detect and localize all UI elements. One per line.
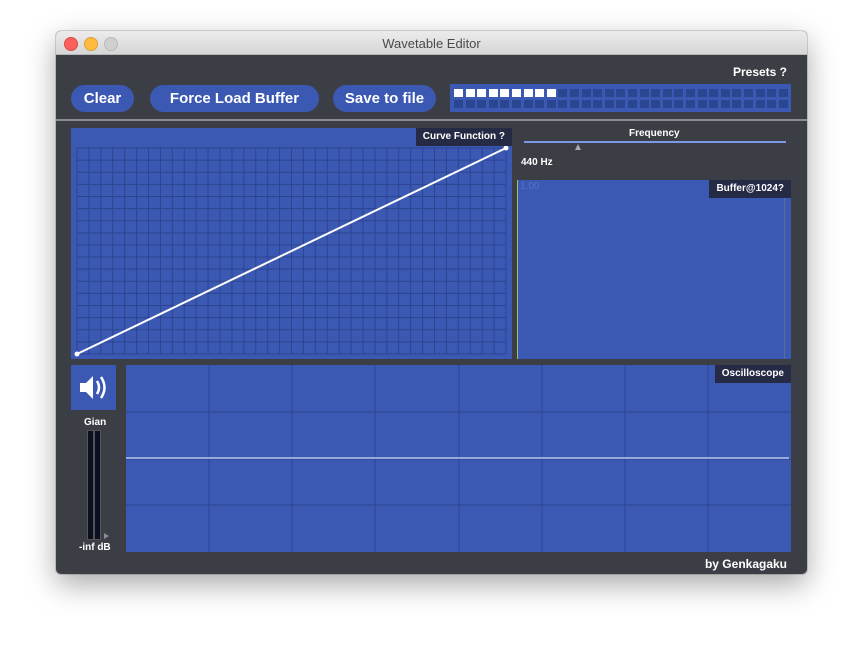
preset-slot[interactable]	[604, 89, 614, 97]
preset-slot[interactable]	[535, 100, 545, 108]
mute-toggle-button[interactable]	[71, 365, 116, 410]
preset-slot[interactable]	[558, 89, 568, 97]
preset-slot[interactable]	[523, 89, 533, 97]
preset-slot[interactable]	[697, 89, 707, 97]
title-bar: Wavetable Editor	[56, 31, 807, 55]
preset-slot[interactable]	[581, 89, 591, 97]
preset-slot[interactable]	[686, 89, 695, 97]
preset-slot[interactable]	[512, 100, 521, 108]
preset-slot[interactable]	[570, 100, 579, 108]
preset-slot[interactable]	[581, 100, 591, 108]
oscilloscope-tag[interactable]: Oscilloscope	[714, 365, 791, 383]
preset-slot[interactable]	[767, 100, 777, 108]
preset-slot[interactable]	[732, 89, 742, 97]
preset-slot[interactable]	[593, 89, 603, 97]
curve-function-panel[interactable]: Curve Function ?	[71, 128, 512, 359]
preset-slot[interactable]	[755, 100, 765, 108]
preset-slot[interactable]	[686, 100, 695, 108]
preset-slot[interactable]	[465, 89, 475, 97]
preset-slot-grid[interactable]	[450, 84, 791, 112]
preset-slot[interactable]	[674, 89, 684, 97]
preset-slot[interactable]	[616, 100, 626, 108]
frequency-slider-track[interactable]	[524, 141, 786, 143]
preset-slot[interactable]	[558, 100, 568, 108]
preset-slot[interactable]	[709, 100, 719, 108]
preset-slot[interactable]	[778, 89, 788, 97]
frequency-value: 440 Hz	[521, 157, 553, 168]
preset-slot[interactable]	[512, 89, 521, 97]
preset-slot[interactable]	[651, 100, 661, 108]
preset-slot[interactable]	[651, 89, 661, 97]
buffer-right-edge	[784, 180, 785, 359]
preset-slot[interactable]	[662, 89, 672, 97]
preset-slot[interactable]	[755, 89, 765, 97]
frequency-label: Frequency	[629, 128, 680, 139]
oscilloscope-grid	[126, 365, 791, 552]
gain-meter-right	[94, 430, 101, 540]
preset-slot[interactable]	[616, 89, 626, 97]
preset-slot[interactable]	[500, 100, 510, 108]
preset-slot[interactable]	[732, 100, 742, 108]
preset-slot[interactable]	[523, 100, 533, 108]
preset-slot[interactable]	[639, 100, 649, 108]
window-title: Wavetable Editor	[382, 36, 481, 51]
buffer-left-edge	[517, 180, 518, 359]
credit-text: by Genkagaku	[704, 557, 787, 571]
preset-slot[interactable]	[720, 89, 730, 97]
preset-slot[interactable]	[767, 89, 777, 97]
preset-slot[interactable]	[662, 100, 672, 108]
preset-slot[interactable]	[778, 100, 788, 108]
buffer-tag[interactable]: Buffer@1024?	[709, 180, 791, 198]
preset-slot[interactable]	[488, 89, 498, 97]
curve-editor[interactable]	[71, 128, 512, 359]
speaker-icon	[80, 376, 106, 399]
preset-slot[interactable]	[546, 89, 556, 97]
preset-slot[interactable]	[709, 89, 719, 97]
gain-label: Gian	[84, 417, 107, 428]
curve-end-point[interactable]	[503, 145, 509, 151]
preset-slot[interactable]	[465, 100, 475, 108]
preset-slot[interactable]	[454, 89, 463, 97]
preset-slot[interactable]	[674, 100, 684, 108]
toolbar-divider	[56, 119, 807, 121]
gain-meter-left	[87, 430, 94, 540]
preset-slot[interactable]	[546, 100, 556, 108]
gain-level-text: -inf dB	[79, 542, 111, 553]
preset-slot[interactable]	[535, 89, 545, 97]
preset-slot[interactable]	[628, 89, 637, 97]
presets-label[interactable]: Presets ?	[733, 65, 787, 79]
gain-slider-handle[interactable]	[104, 533, 109, 539]
clear-button[interactable]: Clear	[71, 85, 134, 112]
preset-slot[interactable]	[628, 100, 637, 108]
preset-slot[interactable]	[488, 100, 498, 108]
preset-slot[interactable]	[570, 89, 579, 97]
oscilloscope-display: Oscilloscope	[126, 365, 791, 552]
buffer-display[interactable]: 1.00 Buffer@1024?	[517, 180, 791, 359]
curve-function-tag[interactable]: Curve Function ?	[415, 128, 512, 146]
buffer-scale-text: 1.00	[520, 181, 540, 192]
preset-slot[interactable]	[477, 100, 487, 108]
preset-slot[interactable]	[744, 89, 753, 97]
preset-slot[interactable]	[697, 100, 707, 108]
force-load-buffer-button[interactable]: Force Load Buffer	[150, 85, 319, 112]
preset-slot[interactable]	[593, 100, 603, 108]
preset-slot[interactable]	[744, 100, 753, 108]
save-to-file-button[interactable]: Save to file	[333, 85, 436, 112]
frequency-slider-thumb[interactable]	[575, 144, 581, 150]
preset-slot[interactable]	[720, 100, 730, 108]
app-window: Wavetable Editor Presets ? Clear Force L…	[56, 31, 807, 574]
preset-slot[interactable]	[500, 89, 510, 97]
preset-slot[interactable]	[604, 100, 614, 108]
curve-start-point[interactable]	[74, 351, 80, 357]
preset-slot[interactable]	[454, 100, 463, 108]
preset-slot[interactable]	[639, 89, 649, 97]
preset-slot[interactable]	[477, 89, 487, 97]
